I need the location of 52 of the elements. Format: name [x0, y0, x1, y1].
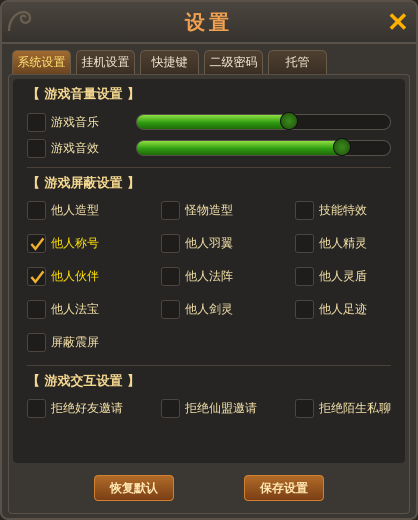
- checkbox-label: 游戏音效: [51, 140, 100, 156]
- checkbox-label: 拒绝陌生私聊: [319, 400, 391, 417]
- checkbox[interactable]: [27, 267, 46, 286]
- slider-thumb[interactable]: [280, 112, 298, 130]
- checkbox-label: 怪物造型: [185, 202, 233, 219]
- slider-thumb[interactable]: [333, 138, 352, 156]
- action-button[interactable]: 保存设置: [244, 475, 324, 501]
- section-heading: 【 游戏屏蔽设置 】: [27, 175, 142, 193]
- checkbox-label: 他人羽翼: [185, 235, 233, 252]
- checkbox-label: 他人法宝: [51, 301, 99, 318]
- checkbox[interactable]: [161, 267, 180, 286]
- checkbox[interactable]: [295, 267, 314, 286]
- checkbox-label: 他人剑灵: [185, 301, 233, 318]
- checkbox-label: 拒绝好友邀请: [51, 400, 123, 417]
- checkbox-label: 他人灵盾: [319, 268, 367, 285]
- checkbox[interactable]: [27, 234, 46, 253]
- checkbox-label: 他人足迹: [319, 301, 367, 318]
- checkbox[interactable]: [161, 201, 180, 220]
- checkbox[interactable]: [27, 300, 46, 319]
- window-title: 设置: [185, 8, 233, 36]
- volume-slider[interactable]: [136, 140, 391, 156]
- checkbox[interactable]: [27, 112, 46, 132]
- checkbox[interactable]: [295, 399, 314, 418]
- action-button[interactable]: 恢复默认: [94, 475, 174, 501]
- checkbox-label: 他人造型: [51, 202, 99, 219]
- checkbox[interactable]: [295, 300, 314, 319]
- tab[interactable]: 快捷键: [140, 50, 199, 74]
- checkbox-label: 屏蔽震屏: [51, 334, 99, 351]
- close-button[interactable]: ✕: [382, 6, 414, 38]
- section-heading: 【 游戏音量设置 】: [27, 86, 142, 104]
- checkbox-label: 技能特效: [319, 202, 367, 219]
- checkbox-label: 他人伙伴: [51, 268, 99, 285]
- tab[interactable]: 托管: [268, 50, 327, 74]
- checkbox[interactable]: [27, 399, 46, 418]
- checkbox[interactable]: [295, 234, 314, 253]
- checkbox[interactable]: [27, 138, 46, 158]
- section-heading: 【 游戏交互设置 】: [27, 372, 142, 391]
- checkbox-label: 他人法阵: [185, 268, 233, 285]
- checkbox[interactable]: [27, 333, 46, 352]
- checkbox-label: 游戏音乐: [51, 114, 100, 130]
- tab[interactable]: 挂机设置: [76, 50, 135, 74]
- tab[interactable]: 系统设置: [12, 50, 71, 74]
- checkbox[interactable]: [161, 399, 180, 418]
- checkbox-label: 他人称号: [51, 235, 99, 252]
- checkbox[interactable]: [161, 234, 180, 253]
- checkbox-label: 拒绝仙盟邀请: [185, 400, 257, 417]
- checkbox-label: 他人精灵: [319, 235, 367, 252]
- checkbox[interactable]: [295, 201, 314, 220]
- checkbox[interactable]: [27, 201, 46, 220]
- checkbox[interactable]: [161, 300, 180, 319]
- volume-slider[interactable]: [136, 114, 391, 130]
- tab[interactable]: 二级密码: [204, 50, 263, 74]
